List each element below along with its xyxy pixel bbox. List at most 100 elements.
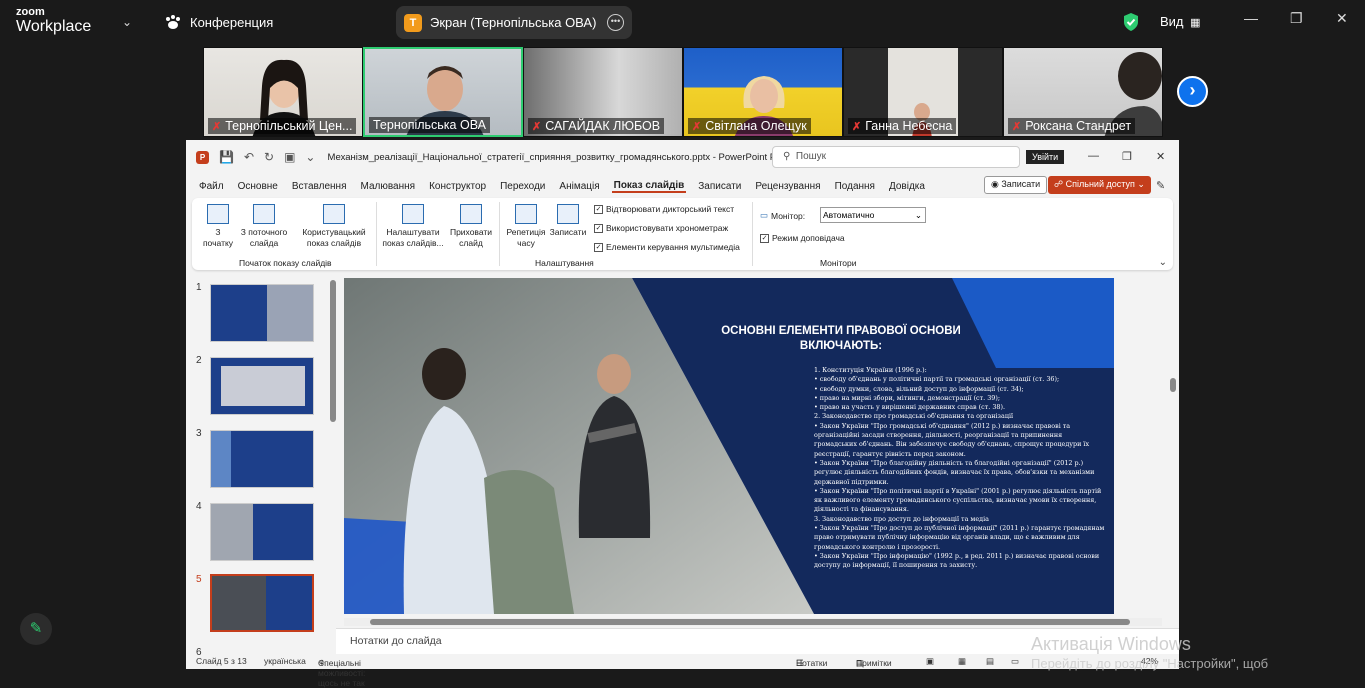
slide-thumbnail[interactable] [210, 430, 314, 488]
tab-help[interactable]: Довідка [887, 181, 927, 192]
checkbox-checked-icon: ✓ [594, 242, 603, 252]
participant-strip: ✗ Тернопільський Цен... Тернопільська ОВА… [203, 47, 1163, 137]
reading-view-icon[interactable]: ▤ [986, 656, 994, 667]
minimize-icon[interactable]: — [1088, 150, 1099, 162]
tab-draw[interactable]: Малювання [359, 181, 418, 192]
powerpoint-logo-icon: P [196, 150, 209, 164]
timings-checkbox[interactable]: ✓ Використовувати хронометраж [594, 223, 728, 233]
tab-review[interactable]: Рецензування [753, 181, 822, 192]
normal-view-icon[interactable]: ▣ [926, 656, 934, 667]
participant-name: ✗ Тернопільський Цен... [208, 118, 357, 134]
slide-thumbnail[interactable] [210, 503, 314, 561]
setup-show-button[interactable]: Налаштувати показ слайдів... [380, 204, 446, 249]
thumb-number-selected: 5 [196, 574, 202, 585]
record-show-button[interactable]: Записати [548, 204, 588, 238]
next-participants-button[interactable]: › [1177, 76, 1208, 107]
share-label: Спільний доступ [1065, 179, 1135, 189]
slide-thumbnail[interactable] [210, 357, 314, 415]
minimize-icon[interactable]: — [1244, 10, 1258, 26]
more-options-icon[interactable]: ••• [607, 14, 624, 31]
view-button[interactable]: Вид ▦ [1160, 14, 1201, 29]
slide-body-line: • Закон України "Про громадські об'єднан… [814, 421, 1090, 458]
present-icon[interactable]: ▣ [284, 150, 295, 164]
participant-name-text: Тернопільський Цен... [225, 119, 353, 133]
screen-share-pill[interactable]: T Экран (Тернопільська ОВА) ••• [396, 6, 632, 39]
meeting-info-button[interactable]: Конференция [164, 14, 273, 30]
rehearse-label: Репетиція часу [506, 227, 546, 248]
slide-title[interactable]: ОСНОВНІ ЕЛЕМЕНТИ ПРАВОВОЇ ОСНОВИ ВКЛЮЧАЮ… [718, 324, 964, 354]
sign-in-button[interactable]: Увійти [1026, 150, 1065, 164]
slideshow-view-icon[interactable]: ▭ [1011, 656, 1019, 667]
close-icon[interactable]: ✕ [1156, 150, 1165, 163]
share-button[interactable]: ☍ Спільний доступ ⌄ [1048, 176, 1151, 194]
slide-canvas: ОСНОВНІ ЕЛЕМЕНТИ ПРАВОВОЇ ОСНОВИ ВКЛЮЧАЮ… [344, 278, 1114, 614]
save-icon[interactable]: 💾 [219, 150, 234, 164]
checkbox-checked-icon: ✓ [594, 204, 603, 214]
participant-name: ✗ Світлана Олещук [688, 118, 811, 134]
participant-tile[interactable]: ✗ Роксана Стандрет [1003, 47, 1163, 137]
tab-insert[interactable]: Вставлення [290, 181, 349, 192]
restore-icon[interactable]: ❐ [1122, 150, 1132, 163]
comments-label: Примітки [856, 658, 892, 668]
annotate-pen-icon[interactable]: ✎ [20, 613, 52, 645]
scroll-thumb[interactable] [370, 619, 1130, 625]
scroll-thumb[interactable] [1170, 378, 1176, 392]
redo-icon[interactable]: ↻ [264, 150, 274, 164]
tab-home[interactable]: Основне [236, 181, 280, 192]
tab-animations[interactable]: Анімація [557, 181, 601, 192]
slide-thumbnail-selected[interactable] [210, 574, 314, 632]
tab-view[interactable]: Подання [833, 181, 877, 192]
monitor-select[interactable]: Автоматично ⌄ [820, 207, 926, 223]
tab-design[interactable]: Конструктор [427, 181, 488, 192]
narration-label: Відтворювати дикторський текст [606, 204, 735, 214]
divider [752, 202, 753, 266]
slide-vertical-scrollbar[interactable] [1170, 280, 1176, 610]
narration-checkbox[interactable]: ✓ Відтворювати дикторський текст [594, 204, 734, 214]
shield-icon[interactable] [1122, 12, 1140, 37]
close-icon[interactable]: ✕ [1336, 10, 1348, 27]
language-indicator[interactable]: українська [264, 656, 306, 666]
tab-file[interactable]: Файл [197, 181, 226, 192]
record-button[interactable]: ◉ Записати [984, 176, 1048, 194]
comments-icon[interactable]: ✎ [1156, 179, 1165, 192]
activate-windows-watermark: Активація Windows [1031, 634, 1191, 654]
stopwatch-icon [515, 204, 537, 224]
collapse-ribbon-icon[interactable]: ⌄ [1159, 257, 1167, 268]
thumbnails-scrollbar[interactable] [330, 280, 336, 422]
undo-icon[interactable]: ↶ [244, 150, 254, 164]
participant-tile[interactable]: ✗ Ганна Небесна [843, 47, 1003, 137]
restore-icon[interactable]: ❐ [1290, 10, 1303, 27]
customize-toolbar-icon[interactable]: ⌄ [305, 150, 315, 164]
thumb-image [267, 285, 313, 341]
participant-tile-active[interactable]: Тернопільська ОВА [363, 47, 523, 137]
participant-tile[interactable]: ✗ САГАЙДАК ЛЮБОВ [523, 47, 683, 137]
tab-record[interactable]: Записати [696, 181, 743, 192]
ribbon-panel: З початку З поточного слайда Користуваць… [192, 198, 1173, 270]
slide-sorter-icon[interactable]: ▦ [958, 656, 966, 667]
hide-slide-button[interactable]: Приховати слайд [448, 204, 494, 249]
participant-name: ✗ Ганна Небесна [848, 118, 957, 134]
slide-body[interactable]: 1. Конституція України (1996 р.): • своб… [814, 366, 1106, 571]
custom-show-button[interactable]: Користувацький показ слайдів [298, 204, 370, 249]
participant-tile[interactable]: ✗ Тернопільський Цен... [203, 47, 363, 137]
zoom-logo[interactable]: zoom Workplace [16, 7, 91, 35]
accessibility-label: Спеціальні можливості: щось не так [318, 658, 366, 688]
chevron-down-icon: ⌄ [914, 210, 922, 220]
thumb-image [221, 366, 305, 406]
divider [499, 202, 500, 266]
tab-transitions[interactable]: Переходи [498, 181, 547, 192]
search-input[interactable]: ⚲ Пошук [772, 146, 1020, 168]
slide-horizontal-scrollbar[interactable] [344, 618, 1162, 626]
from-start-button[interactable]: З початку [200, 204, 236, 249]
from-current-button[interactable]: З поточного слайда [236, 204, 292, 249]
media-controls-checkbox[interactable]: ✓ Елементи керування мультимедіа [594, 242, 740, 252]
participant-name: Тернопільська ОВА [369, 117, 490, 133]
checkbox-checked-icon: ✓ [594, 223, 603, 233]
participant-tile[interactable]: ✗ Світлана Олещук [683, 47, 843, 137]
record-icon: ◉ [991, 179, 999, 189]
rehearse-timings-button[interactable]: Репетиція часу [504, 204, 548, 249]
presenter-view-checkbox[interactable]: ✓ Режим доповідача [760, 233, 845, 243]
tab-slide-show[interactable]: Показ слайдів [611, 180, 687, 193]
slide-thumbnail[interactable] [210, 284, 314, 342]
chevron-down-icon[interactable]: ⌄ [122, 15, 132, 29]
